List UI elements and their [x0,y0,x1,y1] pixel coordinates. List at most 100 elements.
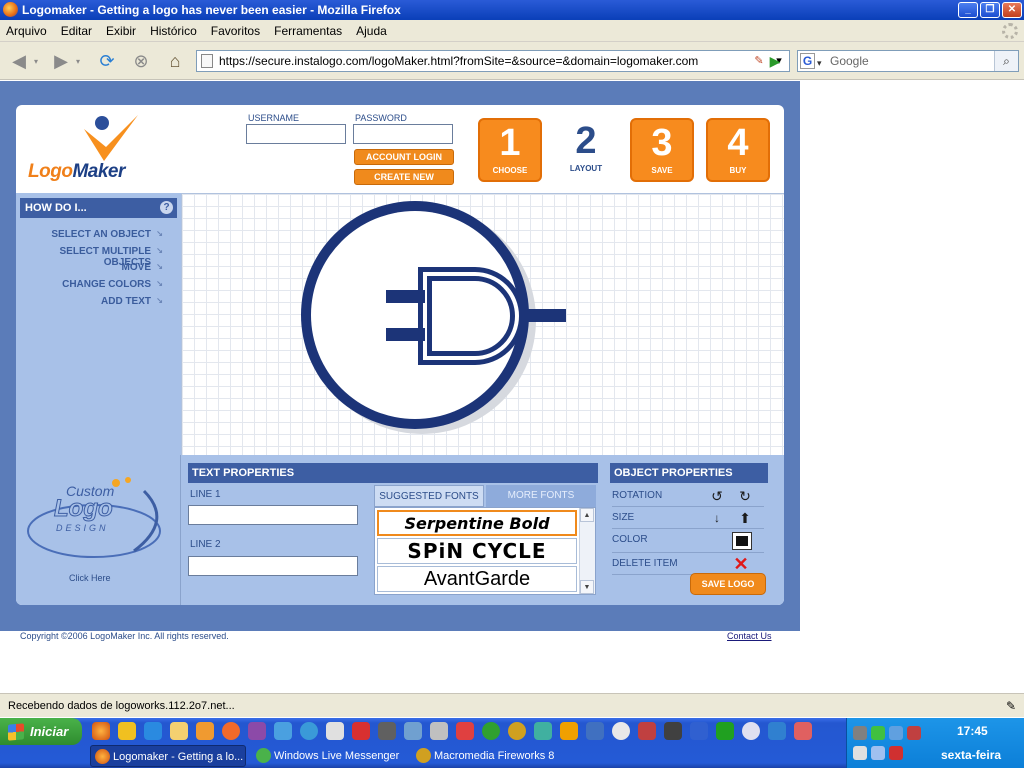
tray-network-icon[interactable] [889,726,903,740]
scroll-up-icon[interactable]: ▲ [580,508,594,522]
task-fireworks[interactable]: Macromedia Fireworks 8 [412,745,572,767]
app14-quicklaunch-icon[interactable] [794,722,812,740]
size-down-icon[interactable]: ↓ [708,509,726,527]
how-item-select-object[interactable]: SELECT AN OBJECT ↘ [51,229,163,240]
font-list-scrollbar[interactable]: ▲ ▼ [579,508,595,594]
tray-alert-icon[interactable] [907,726,921,740]
password-input[interactable] [353,124,453,144]
tray-tool-icon[interactable] [853,726,867,740]
menu-editar[interactable]: Editar [61,24,92,38]
click-here-link[interactable]: Click Here [69,573,111,583]
search-icon[interactable]: ⌕ [994,51,1018,71]
task-firefox[interactable]: Logomaker - Getting a lo... [90,745,246,767]
contact-us-link[interactable]: Contact Us [727,631,772,641]
back-arrow-icon[interactable]: ◀ [6,48,32,74]
menu-exibir[interactable]: Exibir [106,24,136,38]
edit-quicklaunch-icon[interactable] [404,722,422,740]
home-icon[interactable]: ⌂ [162,48,188,74]
app6-quicklaunch-icon[interactable] [586,722,604,740]
task-messenger[interactable]: Windows Live Messenger [252,745,408,767]
settings-quicklaunch-icon[interactable] [326,722,344,740]
app3-quicklaunch-icon[interactable] [482,722,500,740]
custom-logo-design-banner[interactable]: Custom Logo DESIGN [24,471,174,563]
start-button[interactable]: Iniciar [0,718,82,745]
status-security-icon[interactable]: ✎ [1002,697,1020,715]
stop-icon[interactable]: ⊗ [128,48,154,74]
save-logo-button[interactable]: SAVE LOGO [690,573,766,595]
tray-security-icon[interactable] [889,746,903,760]
how-item-move[interactable]: MOVE ↘ [122,262,163,273]
app5-quicklaunch-icon[interactable] [560,722,578,740]
tray-volume-icon[interactable] [853,746,867,760]
security-icon[interactable]: ✎ [751,53,767,69]
plug-logo-graphic[interactable] [182,194,784,455]
color-picker-icon[interactable] [732,532,752,550]
app11-quicklaunch-icon[interactable] [716,722,734,740]
reload-icon[interactable]: ⟳ [94,48,120,74]
app10-quicklaunch-icon[interactable] [690,722,708,740]
app12-quicklaunch-icon[interactable] [742,722,760,740]
clock[interactable]: 17:45 [957,724,988,738]
step-save-button[interactable]: 3 SAVE [630,118,694,182]
how-item-add-text[interactable]: ADD TEXT ↘ [101,296,163,307]
font-option-avantgarde[interactable]: AvantGarde [377,566,577,592]
app8-quicklaunch-icon[interactable] [638,722,656,740]
app7-quicklaunch-icon[interactable] [612,722,630,740]
account-login-button[interactable]: ACCOUNT LOGIN [354,149,454,165]
step-layout-button[interactable]: 2 LAYOUT [554,118,618,182]
forward-dropdown-icon[interactable]: ▾ [72,48,84,74]
rotate-right-icon[interactable]: ↻ [736,487,754,505]
menu-ferramentas[interactable]: Ferramentas [274,24,342,38]
tool2-quicklaunch-icon[interactable] [430,722,448,740]
pen-quicklaunch-icon[interactable] [378,722,396,740]
address-bar[interactable]: https://secure.instalogo.com/logoMaker.h… [196,50,790,72]
search-engine-dropdown-icon[interactable]: ▾ [817,53,822,73]
minimize-button[interactable]: _ [958,2,978,18]
fireworks-quicklaunch-icon[interactable] [508,722,526,740]
search-box[interactable]: G ▾ Google ⌕ [797,50,1019,72]
tool-quicklaunch-icon[interactable] [248,722,266,740]
help-icon[interactable]: ? [160,201,173,214]
font-option-serpentine[interactable]: Serpentine Bold [377,510,577,536]
menu-historico[interactable]: Histórico [150,24,197,38]
create-account-button[interactable]: CREATE NEW ACCOUNT [354,169,454,196]
go-button-icon[interactable]: ▶ [766,52,784,70]
back-dropdown-icon[interactable]: ▾ [30,48,42,74]
folder-quicklaunch-icon[interactable] [118,722,136,740]
app4-quicklaunch-icon[interactable] [534,722,552,740]
step-buy-button[interactable]: 4 BUY [706,118,770,182]
step-choose-button[interactable]: 1 CHOOSE [478,118,542,182]
tray-mail-icon[interactable] [871,746,885,760]
forward-arrow-icon[interactable]: ▶ [48,48,74,74]
tab-suggested-fonts[interactable]: SUGGESTED FONTS [374,485,484,507]
explorer-quicklaunch-icon[interactable] [170,722,188,740]
logo-canvas[interactable] [181,193,784,455]
menu-arquivo[interactable]: Arquivo [6,24,47,38]
globe-quicklaunch-icon[interactable] [300,722,318,740]
menu-favoritos[interactable]: Favoritos [211,24,260,38]
app2-quicklaunch-icon[interactable] [456,722,474,740]
scroll-down-icon[interactable]: ▼ [580,580,594,594]
ie-quicklaunch-icon[interactable] [144,722,162,740]
close-button[interactable]: ✕ [1002,2,1022,18]
delete-icon[interactable]: ✕ [732,555,750,573]
app-quicklaunch-icon[interactable] [196,722,214,740]
font-list[interactable]: Serpentine Bold SPiN CYCLE AvantGarde ▲ … [374,507,596,595]
username-input[interactable] [246,124,346,144]
doc-quicklaunch-icon[interactable] [274,722,292,740]
line1-input[interactable] [188,505,358,525]
rotate-left-icon[interactable]: ↺ [708,487,726,505]
size-up-icon[interactable]: ⬆ [736,509,754,527]
tab-more-fonts[interactable]: MORE FONTS [486,485,596,507]
firefox-quicklaunch-icon[interactable] [92,722,110,740]
line2-input[interactable] [188,556,358,576]
flash-quicklaunch-icon[interactable] [352,722,370,740]
google-icon[interactable]: G [800,53,815,69]
menu-ajuda[interactable]: Ajuda [356,24,387,38]
how-item-change-colors[interactable]: CHANGE COLORS ↘ [62,279,163,290]
app13-quicklaunch-icon[interactable] [768,722,786,740]
media-quicklaunch-icon[interactable] [222,722,240,740]
tray-check-icon[interactable] [871,726,885,740]
font-option-spin-cycle[interactable]: SPiN CYCLE [377,538,577,564]
restore-button[interactable]: ❐ [980,2,1000,18]
